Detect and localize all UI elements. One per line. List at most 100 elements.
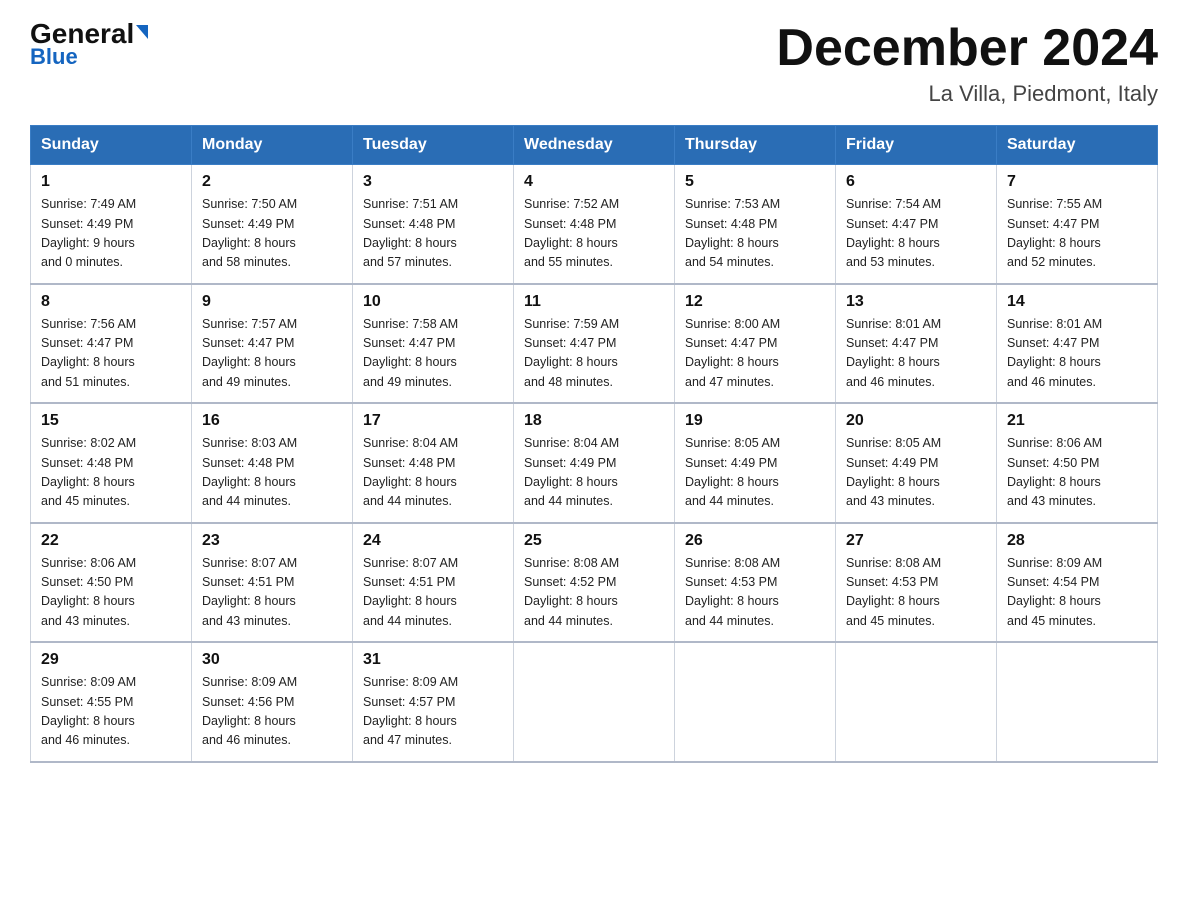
logo: General Blue <box>30 20 148 70</box>
table-row: 12 Sunrise: 8:00 AM Sunset: 4:47 PM Dayl… <box>675 284 836 404</box>
table-row: 3 Sunrise: 7:51 AM Sunset: 4:48 PM Dayli… <box>353 165 514 284</box>
table-row: 19 Sunrise: 8:05 AM Sunset: 4:49 PM Dayl… <box>675 403 836 523</box>
day-number: 21 <box>1007 412 1147 430</box>
day-number: 12 <box>685 293 825 311</box>
day-info: Sunrise: 8:01 AM Sunset: 4:47 PM Dayligh… <box>846 315 986 393</box>
day-info: Sunrise: 8:09 AM Sunset: 4:57 PM Dayligh… <box>363 673 503 751</box>
table-row <box>514 642 675 762</box>
day-info: Sunrise: 8:04 AM Sunset: 4:49 PM Dayligh… <box>524 434 664 512</box>
day-number: 16 <box>202 412 342 430</box>
calendar-header-row: Sunday Monday Tuesday Wednesday Thursday… <box>31 126 1158 165</box>
day-number: 6 <box>846 173 986 191</box>
calendar-week-row: 29 Sunrise: 8:09 AM Sunset: 4:55 PM Dayl… <box>31 642 1158 762</box>
day-number: 3 <box>363 173 503 191</box>
table-row: 11 Sunrise: 7:59 AM Sunset: 4:47 PM Dayl… <box>514 284 675 404</box>
table-row: 27 Sunrise: 8:08 AM Sunset: 4:53 PM Dayl… <box>836 523 997 643</box>
day-info: Sunrise: 7:58 AM Sunset: 4:47 PM Dayligh… <box>363 315 503 393</box>
table-row: 1 Sunrise: 7:49 AM Sunset: 4:49 PM Dayli… <box>31 165 192 284</box>
day-number: 13 <box>846 293 986 311</box>
table-row: 22 Sunrise: 8:06 AM Sunset: 4:50 PM Dayl… <box>31 523 192 643</box>
day-info: Sunrise: 8:04 AM Sunset: 4:48 PM Dayligh… <box>363 434 503 512</box>
day-number: 20 <box>846 412 986 430</box>
day-number: 18 <box>524 412 664 430</box>
table-row: 25 Sunrise: 8:08 AM Sunset: 4:52 PM Dayl… <box>514 523 675 643</box>
table-row <box>836 642 997 762</box>
day-number: 22 <box>41 532 181 550</box>
day-number: 7 <box>1007 173 1147 191</box>
day-number: 15 <box>41 412 181 430</box>
title-block: December 2024 La Villa, Piedmont, Italy <box>776 20 1158 107</box>
table-row: 26 Sunrise: 8:08 AM Sunset: 4:53 PM Dayl… <box>675 523 836 643</box>
subtitle: La Villa, Piedmont, Italy <box>776 81 1158 107</box>
day-info: Sunrise: 8:07 AM Sunset: 4:51 PM Dayligh… <box>363 554 503 632</box>
day-number: 17 <box>363 412 503 430</box>
calendar-week-row: 1 Sunrise: 7:49 AM Sunset: 4:49 PM Dayli… <box>31 165 1158 284</box>
day-info: Sunrise: 8:07 AM Sunset: 4:51 PM Dayligh… <box>202 554 342 632</box>
table-row: 29 Sunrise: 8:09 AM Sunset: 4:55 PM Dayl… <box>31 642 192 762</box>
col-wednesday: Wednesday <box>514 126 675 165</box>
day-info: Sunrise: 8:05 AM Sunset: 4:49 PM Dayligh… <box>846 434 986 512</box>
day-number: 14 <box>1007 293 1147 311</box>
col-tuesday: Tuesday <box>353 126 514 165</box>
table-row: 17 Sunrise: 8:04 AM Sunset: 4:48 PM Dayl… <box>353 403 514 523</box>
col-monday: Monday <box>192 126 353 165</box>
calendar-table: Sunday Monday Tuesday Wednesday Thursday… <box>30 125 1158 763</box>
day-info: Sunrise: 8:01 AM Sunset: 4:47 PM Dayligh… <box>1007 315 1147 393</box>
day-number: 5 <box>685 173 825 191</box>
table-row: 10 Sunrise: 7:58 AM Sunset: 4:47 PM Dayl… <box>353 284 514 404</box>
table-row: 16 Sunrise: 8:03 AM Sunset: 4:48 PM Dayl… <box>192 403 353 523</box>
table-row: 5 Sunrise: 7:53 AM Sunset: 4:48 PM Dayli… <box>675 165 836 284</box>
table-row: 31 Sunrise: 8:09 AM Sunset: 4:57 PM Dayl… <box>353 642 514 762</box>
day-info: Sunrise: 7:51 AM Sunset: 4:48 PM Dayligh… <box>363 195 503 273</box>
day-info: Sunrise: 8:06 AM Sunset: 4:50 PM Dayligh… <box>1007 434 1147 512</box>
day-info: Sunrise: 8:02 AM Sunset: 4:48 PM Dayligh… <box>41 434 181 512</box>
col-friday: Friday <box>836 126 997 165</box>
day-info: Sunrise: 8:00 AM Sunset: 4:47 PM Dayligh… <box>685 315 825 393</box>
day-info: Sunrise: 7:52 AM Sunset: 4:48 PM Dayligh… <box>524 195 664 273</box>
table-row: 2 Sunrise: 7:50 AM Sunset: 4:49 PM Dayli… <box>192 165 353 284</box>
day-number: 11 <box>524 293 664 311</box>
table-row: 28 Sunrise: 8:09 AM Sunset: 4:54 PM Dayl… <box>997 523 1158 643</box>
day-info: Sunrise: 8:03 AM Sunset: 4:48 PM Dayligh… <box>202 434 342 512</box>
day-number: 9 <box>202 293 342 311</box>
day-number: 10 <box>363 293 503 311</box>
table-row: 30 Sunrise: 8:09 AM Sunset: 4:56 PM Dayl… <box>192 642 353 762</box>
day-info: Sunrise: 8:09 AM Sunset: 4:56 PM Dayligh… <box>202 673 342 751</box>
day-number: 30 <box>202 651 342 669</box>
calendar-week-row: 22 Sunrise: 8:06 AM Sunset: 4:50 PM Dayl… <box>31 523 1158 643</box>
logo-blue: Blue <box>30 44 78 70</box>
table-row: 15 Sunrise: 8:02 AM Sunset: 4:48 PM Dayl… <box>31 403 192 523</box>
day-info: Sunrise: 7:54 AM Sunset: 4:47 PM Dayligh… <box>846 195 986 273</box>
table-row <box>675 642 836 762</box>
table-row: 8 Sunrise: 7:56 AM Sunset: 4:47 PM Dayli… <box>31 284 192 404</box>
day-info: Sunrise: 8:06 AM Sunset: 4:50 PM Dayligh… <box>41 554 181 632</box>
day-info: Sunrise: 7:53 AM Sunset: 4:48 PM Dayligh… <box>685 195 825 273</box>
day-info: Sunrise: 8:09 AM Sunset: 4:55 PM Dayligh… <box>41 673 181 751</box>
day-info: Sunrise: 8:08 AM Sunset: 4:53 PM Dayligh… <box>685 554 825 632</box>
day-info: Sunrise: 8:05 AM Sunset: 4:49 PM Dayligh… <box>685 434 825 512</box>
table-row: 4 Sunrise: 7:52 AM Sunset: 4:48 PM Dayli… <box>514 165 675 284</box>
day-number: 28 <box>1007 532 1147 550</box>
col-saturday: Saturday <box>997 126 1158 165</box>
day-info: Sunrise: 8:08 AM Sunset: 4:52 PM Dayligh… <box>524 554 664 632</box>
main-title: December 2024 <box>776 20 1158 77</box>
day-info: Sunrise: 7:50 AM Sunset: 4:49 PM Dayligh… <box>202 195 342 273</box>
day-info: Sunrise: 7:56 AM Sunset: 4:47 PM Dayligh… <box>41 315 181 393</box>
day-info: Sunrise: 8:08 AM Sunset: 4:53 PM Dayligh… <box>846 554 986 632</box>
col-thursday: Thursday <box>675 126 836 165</box>
day-number: 23 <box>202 532 342 550</box>
day-number: 25 <box>524 532 664 550</box>
table-row: 6 Sunrise: 7:54 AM Sunset: 4:47 PM Dayli… <box>836 165 997 284</box>
table-row: 14 Sunrise: 8:01 AM Sunset: 4:47 PM Dayl… <box>997 284 1158 404</box>
table-row: 20 Sunrise: 8:05 AM Sunset: 4:49 PM Dayl… <box>836 403 997 523</box>
day-info: Sunrise: 7:57 AM Sunset: 4:47 PM Dayligh… <box>202 315 342 393</box>
day-number: 24 <box>363 532 503 550</box>
day-number: 2 <box>202 173 342 191</box>
day-info: Sunrise: 8:09 AM Sunset: 4:54 PM Dayligh… <box>1007 554 1147 632</box>
table-row: 24 Sunrise: 8:07 AM Sunset: 4:51 PM Dayl… <box>353 523 514 643</box>
day-number: 8 <box>41 293 181 311</box>
table-row: 18 Sunrise: 8:04 AM Sunset: 4:49 PM Dayl… <box>514 403 675 523</box>
table-row: 13 Sunrise: 8:01 AM Sunset: 4:47 PM Dayl… <box>836 284 997 404</box>
day-number: 1 <box>41 173 181 191</box>
day-number: 4 <box>524 173 664 191</box>
